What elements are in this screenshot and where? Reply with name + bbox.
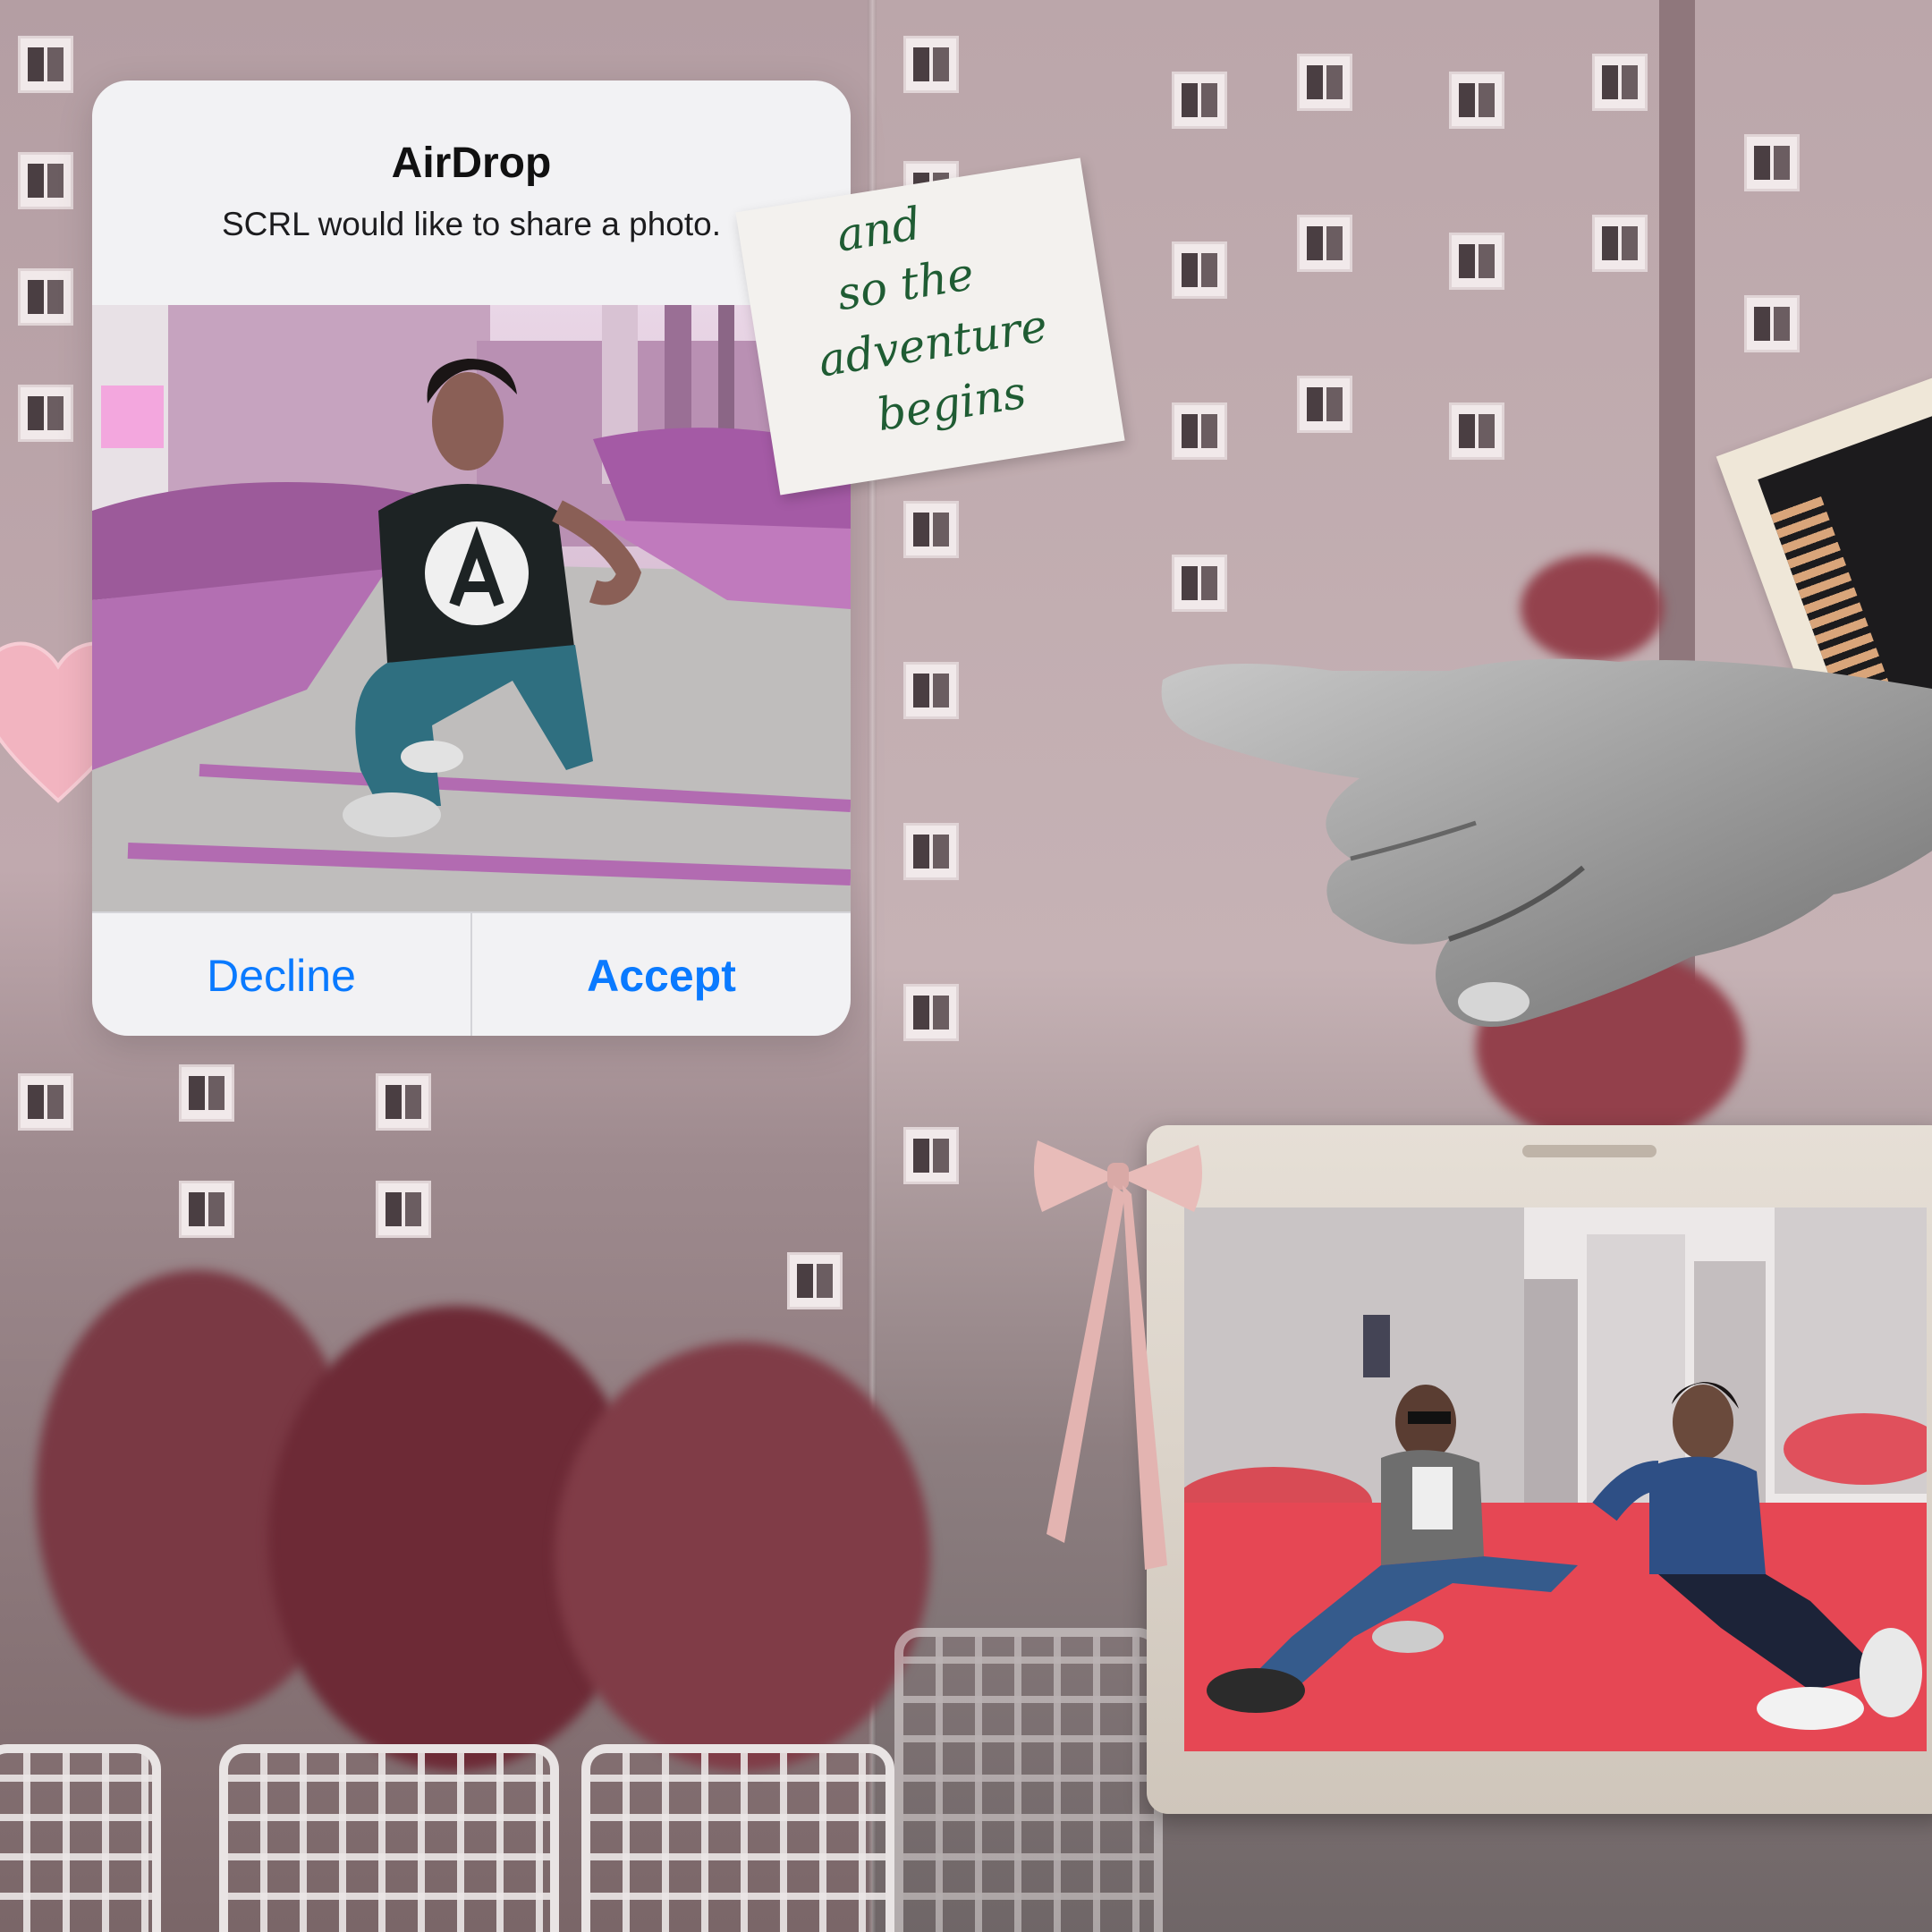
shared-photo-preview <box>92 305 851 911</box>
building-window <box>1297 376 1352 433</box>
building-window <box>18 268 73 326</box>
building-window <box>1172 72 1227 129</box>
building-window <box>903 36 959 93</box>
camera-frame-sticker <box>1147 1125 1932 1814</box>
building-window <box>18 36 73 93</box>
accept-button[interactable]: Accept <box>472 913 851 1036</box>
white-fence <box>0 1744 161 1932</box>
building-window <box>1744 295 1800 352</box>
building-window <box>1297 215 1352 272</box>
building-window <box>1172 402 1227 460</box>
building-window <box>1592 54 1648 111</box>
building-window <box>903 984 959 1041</box>
framed-group-photo <box>1184 1208 1927 1751</box>
building-window <box>1744 134 1800 191</box>
building-window <box>1592 215 1648 272</box>
ribbon-bow-icon <box>1034 1140 1202 1570</box>
building-window <box>1172 242 1227 299</box>
foliage <box>555 1342 930 1771</box>
white-fence <box>219 1744 559 1932</box>
camera-slot <box>1522 1145 1657 1157</box>
building-window <box>1449 402 1504 460</box>
building-window <box>903 823 959 880</box>
building-window <box>376 1181 431 1238</box>
building-window <box>787 1252 843 1309</box>
building-window <box>903 501 959 558</box>
building-window <box>1172 555 1227 612</box>
building-window <box>903 662 959 719</box>
handwritten-note-sticker: and so the adventure begins <box>735 157 1125 496</box>
building-window <box>903 1127 959 1184</box>
building-window <box>376 1073 431 1131</box>
building-window <box>18 385 73 442</box>
decline-button[interactable]: Decline <box>92 913 472 1036</box>
building-window <box>18 152 73 209</box>
building-window <box>1449 233 1504 290</box>
building-window <box>1297 54 1352 111</box>
building-window <box>179 1064 234 1122</box>
white-fence <box>894 1628 1163 1932</box>
alert-button-row: Decline Accept <box>92 911 851 1036</box>
pointing-hand-icon <box>1161 658 1932 1027</box>
building-window <box>1449 72 1504 129</box>
white-fence <box>581 1744 894 1932</box>
building-window <box>179 1181 234 1238</box>
alert-title: AirDrop <box>391 140 552 187</box>
building-window <box>18 1073 73 1131</box>
